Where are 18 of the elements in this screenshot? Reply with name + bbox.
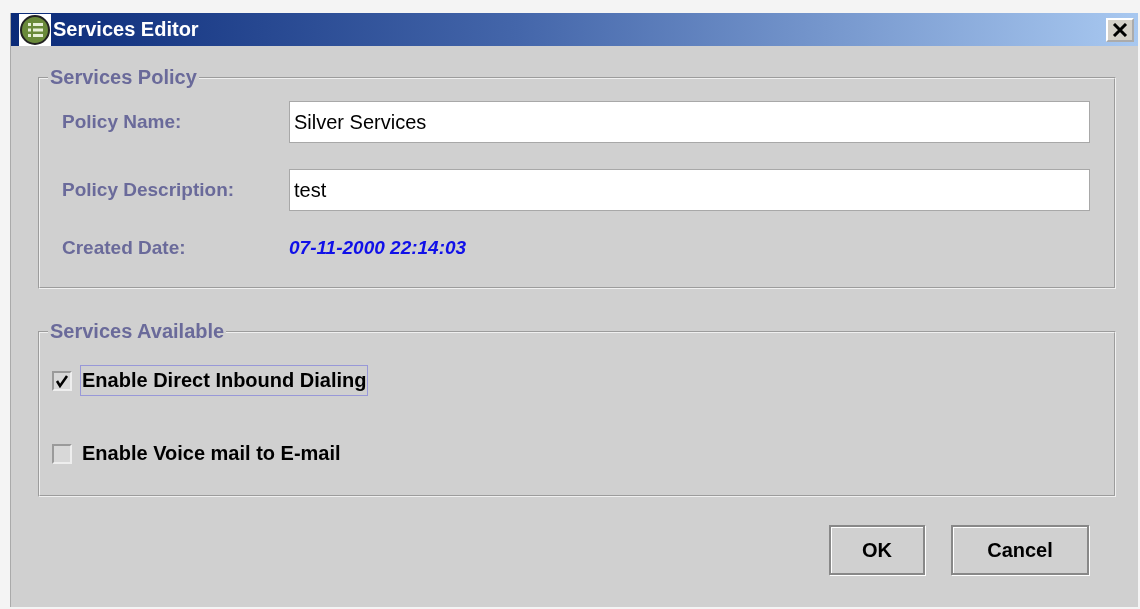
cancel-button[interactable]: Cancel — [951, 525, 1089, 575]
window-title: Services Editor — [53, 18, 200, 41]
field-label: Policy Name: — [62, 111, 183, 133]
field-label: Policy Description: — [62, 179, 236, 201]
input-field[interactable]: test — [289, 169, 1090, 211]
checkbox[interactable] — [52, 443, 72, 464]
group-title: Services Available — [49, 320, 226, 343]
group-title: Services Policy — [49, 66, 198, 89]
checkbox[interactable] — [52, 370, 72, 391]
ok-button[interactable]: OK — [829, 525, 925, 575]
checkbox-label[interactable]: Enable Voice mail to E-mail — [80, 438, 343, 469]
created-date: 07-11-2000 22:14:03 — [289, 237, 468, 259]
field-label: Created Date: — [62, 237, 187, 259]
input-field[interactable]: Silver Services — [289, 101, 1090, 143]
close-icon — [1112, 22, 1128, 37]
checkbox-label[interactable]: Enable Direct Inbound Dialing — [80, 365, 369, 396]
list-icon — [19, 13, 51, 46]
close-button[interactable] — [1106, 17, 1134, 42]
